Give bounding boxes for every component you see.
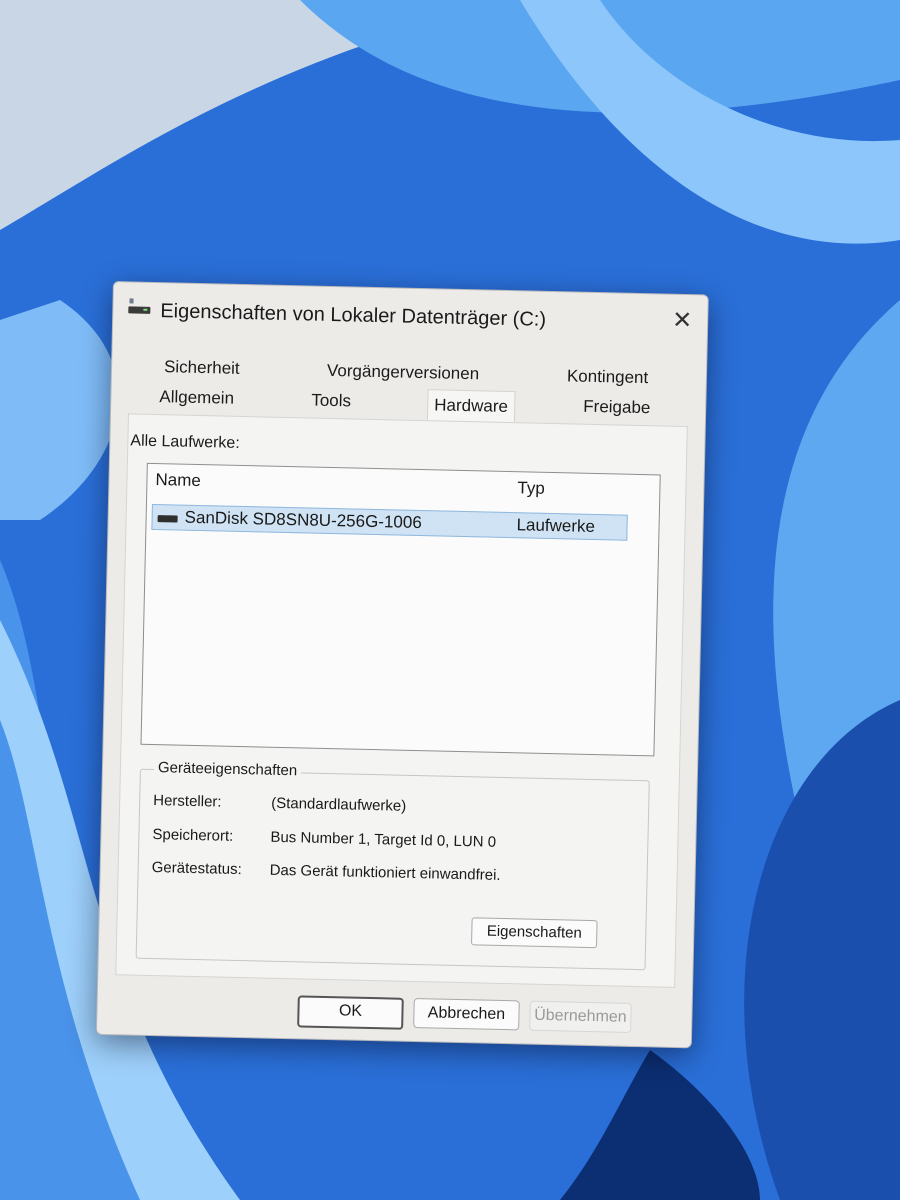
tab-vorgaengerversionen[interactable]: Vorgängerversionen <box>327 361 480 384</box>
device-status-label: Gerätestatus: <box>151 859 242 879</box>
location-label: Speicherort: <box>152 826 234 845</box>
list-item[interactable]: SanDisk SD8SN8U-256G-1006 Laufwerke <box>151 503 628 541</box>
column-header-name[interactable]: Name <box>155 470 201 491</box>
manufacturer-label: Hersteller: <box>153 792 222 811</box>
tab-tools[interactable]: Tools <box>311 391 351 412</box>
drive-icon <box>128 298 151 314</box>
tab-sicherheit[interactable]: Sicherheit <box>164 357 240 379</box>
drive-properties-dialog: Eigenschaften von Lokaler Datenträger (C… <box>95 281 709 1049</box>
device-properties-button[interactable]: Eigenschaften <box>471 917 598 949</box>
window-title: Eigenschaften von Lokaler Datenträger (C… <box>160 300 547 331</box>
device-properties-title: Geräteeigenschaften <box>153 759 302 780</box>
ok-button[interactable]: OK <box>297 995 404 1030</box>
manufacturer-value: (Standardlaufwerke) <box>271 794 407 815</box>
drive-type: Laufwerke <box>516 515 596 536</box>
drive-icon <box>157 515 178 523</box>
column-header-type[interactable]: Typ <box>517 478 545 499</box>
location-value: Bus Number 1, Target Id 0, LUN 0 <box>270 828 497 851</box>
tab-freigabe[interactable]: Freigabe <box>583 397 651 419</box>
drives-list[interactable]: Name Typ SanDisk SD8SN8U-256G-1006 Laufw… <box>140 462 661 757</box>
tab-allgemein[interactable]: Allgemein <box>159 387 234 409</box>
tab-kontingent[interactable]: Kontingent <box>567 366 649 388</box>
cancel-button[interactable]: Abbrechen <box>413 998 520 1031</box>
drive-name: SanDisk SD8SN8U-256G-1006 <box>184 507 422 533</box>
device-properties-group: Geräteeigenschaften Hersteller: (Standar… <box>135 759 650 971</box>
title-bar: Eigenschaften von Lokaler Datenträger (C… <box>113 282 708 351</box>
apply-button[interactable]: Übernehmen <box>529 1000 632 1033</box>
close-button[interactable]: ✕ <box>665 306 700 337</box>
all-drives-label: Alle Laufwerke: <box>130 432 240 452</box>
tab-hardware[interactable]: Hardware <box>426 389 516 423</box>
device-status-value: Das Gerät funktioniert einwandfrei. <box>269 861 501 884</box>
